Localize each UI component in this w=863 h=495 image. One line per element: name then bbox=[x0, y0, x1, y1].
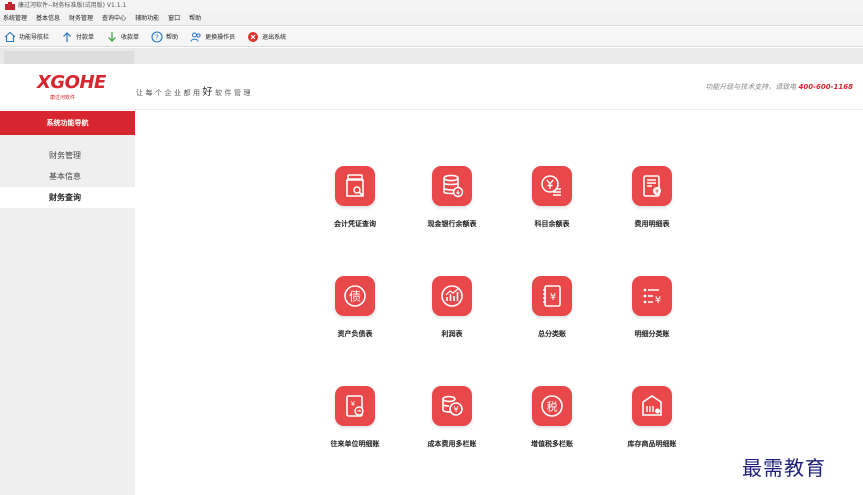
coin-database-icon bbox=[432, 166, 472, 206]
tile-vat-ledger[interactable]: 税 增值税多栏账 bbox=[497, 386, 607, 476]
tab-function-nav[interactable] bbox=[4, 51, 134, 64]
menu-system[interactable]: 系统管理 bbox=[3, 12, 27, 25]
help-icon: ? bbox=[151, 30, 163, 43]
svg-text:¥: ¥ bbox=[655, 188, 659, 195]
support-phone: 400-600-1168 bbox=[798, 83, 853, 91]
profit-chart-icon bbox=[432, 276, 472, 316]
arrow-down-icon bbox=[108, 31, 116, 42]
exit-button[interactable]: 退出系统 bbox=[247, 31, 286, 43]
tile-detail-ledger[interactable]: ¥ 明细分类账 bbox=[597, 276, 707, 366]
toolbar: 功能导航栏 付款单 收款单 ? 帮助 更换操作员 退出系统 bbox=[0, 27, 863, 47]
sidebar-item-basic-info[interactable]: 基本信息 bbox=[0, 166, 135, 187]
tile-general-ledger[interactable]: ¥ 总分类账 bbox=[497, 276, 607, 366]
svg-text:¥: ¥ bbox=[351, 400, 356, 408]
brand-logo: XGOHE bbox=[37, 72, 106, 93]
sidebar: 系统功能导航 财务管理 基本信息 财务查询 bbox=[0, 111, 135, 495]
tile-inventory-ledger[interactable]: 库存商品明细账 bbox=[597, 386, 707, 476]
support-text: 功能升级与技术支持，请致电 400-600-1168 bbox=[705, 83, 853, 91]
app-window: 康过河软件--财务标准版(试用版) V1.1.1 系统管理 基本信息 财务管理 … bbox=[0, 0, 863, 495]
voucher-search-icon bbox=[335, 166, 375, 206]
sidebar-item-finance-query[interactable]: 财务查询 bbox=[0, 187, 135, 208]
brand-subtitle: 康过河软件 bbox=[50, 95, 76, 101]
arrow-up-icon bbox=[63, 31, 71, 42]
sidebar-list: 财务管理 基本信息 财务查询 bbox=[0, 135, 135, 208]
tile-contact-ledger[interactable]: ¥ 往来单位明细账 bbox=[300, 386, 410, 476]
watermark-text: 最需教育 bbox=[742, 456, 826, 480]
home-icon bbox=[4, 31, 16, 42]
svg-text:¥: ¥ bbox=[453, 405, 458, 414]
tile-label: 会计凭证查询 bbox=[334, 220, 376, 228]
svg-text:税: 税 bbox=[547, 400, 558, 414]
title-bar: 康过河软件--财务标准版(试用版) V1.1.1 bbox=[0, 0, 863, 12]
users-icon bbox=[190, 32, 201, 42]
tile-label: 利润表 bbox=[441, 330, 463, 338]
tile-label: 资产负债表 bbox=[337, 330, 373, 338]
window-title: 康过河软件--财务标准版(试用版) V1.1.1 bbox=[18, 2, 127, 9]
svg-text:¥: ¥ bbox=[655, 295, 661, 306]
cost-coins-icon: ¥ bbox=[432, 386, 472, 426]
tile-label: 明细分类账 bbox=[634, 330, 670, 338]
menu-finance[interactable]: 财务管理 bbox=[69, 12, 93, 25]
tile-account-balance[interactable]: 科目余额表 bbox=[497, 166, 607, 256]
sidebar-title: 系统功能导航 bbox=[0, 111, 135, 135]
payment-button[interactable]: 付款单 bbox=[61, 31, 94, 43]
exit-icon bbox=[248, 31, 259, 42]
tile-expense-detail[interactable]: ¥ 费用明细表 bbox=[597, 166, 707, 256]
tile-label: 库存商品明细账 bbox=[627, 440, 677, 448]
menu-query-center[interactable]: 查询中心 bbox=[102, 12, 126, 25]
menu-bar: 系统管理 基本信息 财务管理 查询中心 辅助功能 窗口 帮助 bbox=[0, 12, 863, 26]
tile-voucher-query[interactable]: 会计凭证查询 bbox=[300, 166, 410, 256]
yen-balance-icon bbox=[532, 166, 572, 206]
sidebar-item-finance-management[interactable]: 财务管理 bbox=[0, 145, 135, 166]
tile-label: 往来单位明细账 bbox=[330, 440, 380, 448]
tile-income-statement[interactable]: 利润表 bbox=[397, 276, 507, 366]
svg-text:¥: ¥ bbox=[550, 292, 556, 303]
tile-label: 费用明细表 bbox=[634, 220, 670, 228]
menu-help[interactable]: 帮助 bbox=[189, 12, 201, 25]
help-button[interactable]: ? 帮助 bbox=[151, 30, 178, 43]
expense-detail-icon: ¥ bbox=[632, 166, 672, 206]
tile-cost-expense[interactable]: ¥ 成本费用多栏账 bbox=[397, 386, 507, 476]
tile-cash-bank-balance[interactable]: 现金银行余额表 bbox=[397, 166, 507, 256]
function-grid: 会计凭证查询 现金银行余额表 科目余额表 ¥ 费用明细表 债 资产负债表 利润表… bbox=[135, 111, 863, 495]
detail-list-icon: ¥ bbox=[632, 276, 672, 316]
svg-text:债: 债 bbox=[349, 290, 361, 304]
receipt-button[interactable]: 收款单 bbox=[106, 31, 139, 43]
debt-icon: 债 bbox=[335, 276, 375, 316]
nav-panel-button[interactable]: 功能导航栏 bbox=[4, 31, 49, 43]
menu-window[interactable]: 窗口 bbox=[168, 12, 180, 25]
tile-label: 总分类账 bbox=[538, 330, 566, 338]
contact-ledger-icon: ¥ bbox=[335, 386, 375, 426]
switch-operator-button[interactable]: 更换操作员 bbox=[190, 31, 235, 43]
tile-label: 科目余额表 bbox=[534, 220, 570, 228]
svg-text:?: ? bbox=[155, 33, 159, 41]
tile-label: 增值税多栏账 bbox=[531, 440, 573, 448]
slogan: 让每个企业都用好软件管理 bbox=[136, 87, 253, 98]
tile-balance-sheet[interactable]: 债 资产负债表 bbox=[300, 276, 410, 366]
menu-auxiliary[interactable]: 辅助功能 bbox=[135, 12, 159, 25]
menu-basic-info[interactable]: 基本信息 bbox=[36, 12, 60, 25]
tab-strip bbox=[0, 48, 863, 64]
app-logo-icon bbox=[5, 2, 15, 10]
tile-label: 现金银行余额表 bbox=[427, 220, 477, 228]
ledger-yen-icon: ¥ bbox=[532, 276, 572, 316]
tile-label: 成本费用多栏账 bbox=[427, 440, 477, 448]
header-banner: XGOHE 康过河软件 让每个企业都用好软件管理 功能升级与技术支持，请致电 4… bbox=[0, 64, 863, 110]
tax-icon: 税 bbox=[532, 386, 572, 426]
warehouse-icon bbox=[632, 386, 672, 426]
